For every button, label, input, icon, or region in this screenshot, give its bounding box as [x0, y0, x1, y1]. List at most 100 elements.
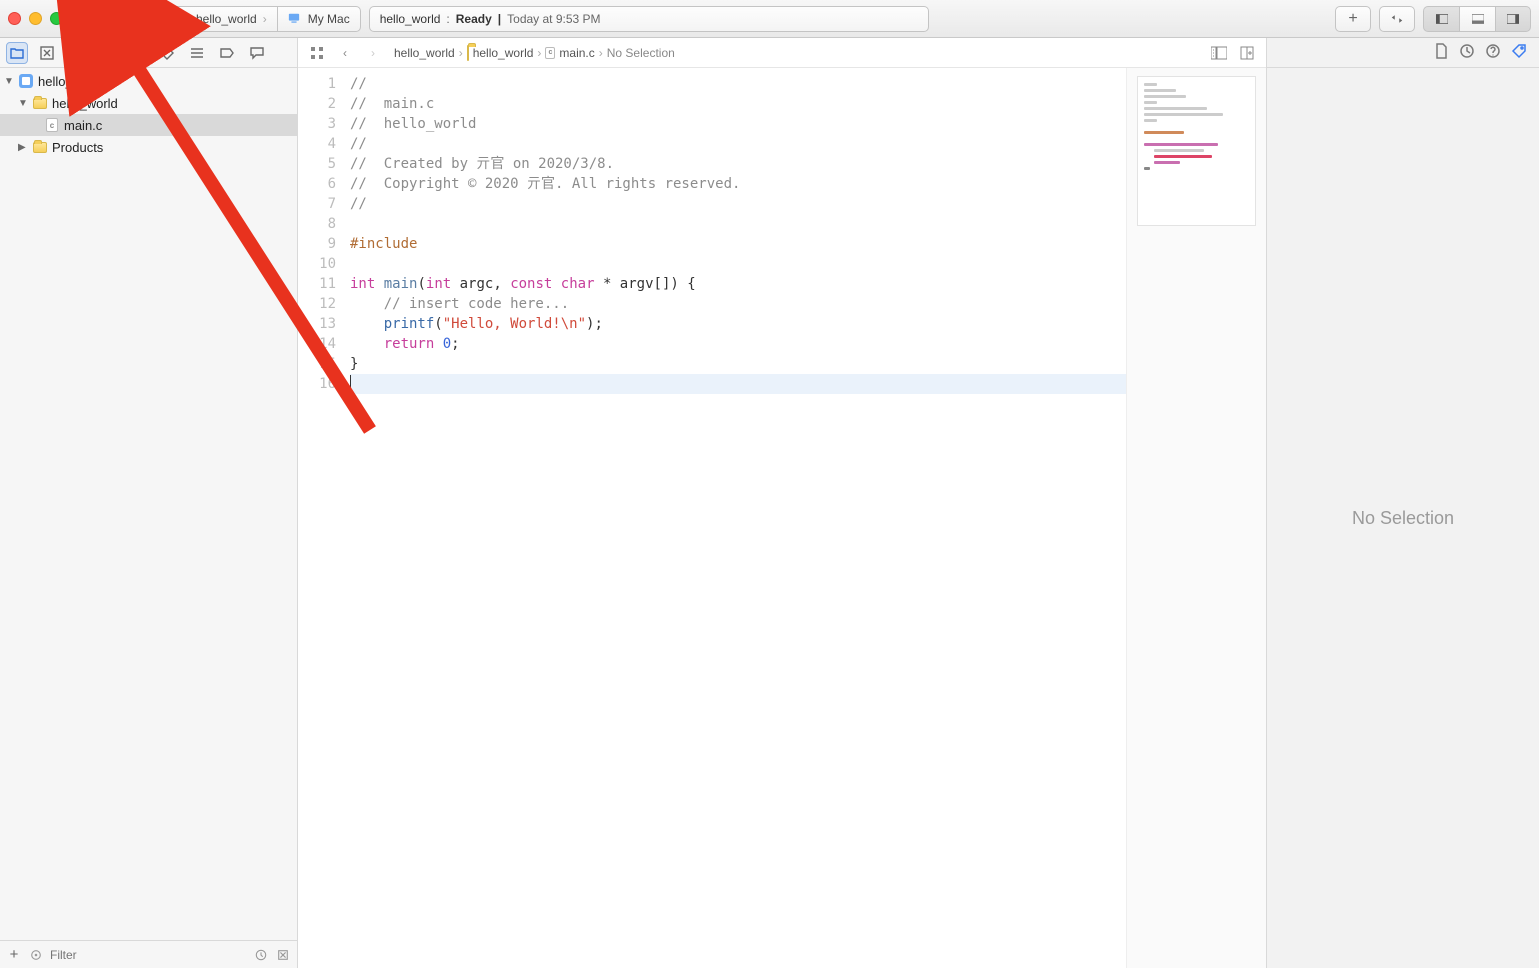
crumb-label: hello_world: [394, 46, 455, 60]
folder-icon: [32, 139, 48, 155]
folder-icon: [467, 46, 469, 60]
chevron-right-icon: ›: [599, 46, 603, 60]
chevron-right-icon: ›: [263, 12, 267, 26]
terminal-icon: [176, 12, 190, 26]
c-file-icon: c: [545, 47, 555, 59]
recent-filter-icon[interactable]: [253, 947, 269, 963]
editor-options-button[interactable]: [1208, 42, 1230, 64]
navigator-tabs: [0, 38, 297, 68]
arrows-icon: [1391, 13, 1403, 25]
tree-project-row[interactable]: ▼ hello_world: [0, 70, 297, 92]
add-editor-button[interactable]: [1236, 42, 1258, 64]
search-icon: [100, 46, 114, 60]
test-navigator-tab[interactable]: [156, 42, 178, 64]
speech-icon: [250, 46, 264, 60]
activity-timestamp: Today at 9:53 PM: [507, 12, 600, 26]
x-square-icon: [40, 46, 54, 60]
folder-icon: [32, 95, 48, 111]
tree-products-row[interactable]: ▶ Products: [0, 136, 297, 158]
code-review-button[interactable]: [1379, 6, 1415, 32]
chevron-right-icon: ›: [537, 46, 541, 60]
tree-group-label: hello_world: [52, 96, 118, 111]
add-tab-button[interactable]: +: [1335, 6, 1371, 32]
symbol-navigator-tab[interactable]: [66, 42, 88, 64]
tree-file-row[interactable]: c main.c: [0, 114, 297, 136]
tree-group-row[interactable]: ▼ hello_world: [0, 92, 297, 114]
activity-separator: |: [498, 12, 501, 26]
workspace: ▼ hello_world ▼ hello_world c main.c ▶ P…: [0, 38, 1539, 968]
navigator: ▼ hello_world ▼ hello_world c main.c ▶ P…: [0, 38, 298, 968]
document-icon: [1433, 43, 1449, 59]
debug-navigator-tab[interactable]: [186, 42, 208, 64]
disclosure-triangle-icon[interactable]: ▼: [4, 76, 14, 87]
find-navigator-tab[interactable]: [96, 42, 118, 64]
folder-icon: [10, 46, 24, 60]
stop-icon: [133, 13, 145, 25]
activity-status: Ready: [456, 12, 492, 26]
activity-scheme: hello_world: [380, 12, 441, 26]
run-button[interactable]: [77, 6, 113, 32]
tag-icon: [1511, 43, 1527, 59]
issue-navigator-tab[interactable]: [126, 42, 148, 64]
toolbar: hello_world › My Mac hello_world: Ready …: [0, 0, 1539, 38]
chevron-right-icon: ›: [459, 46, 463, 60]
disclosure-triangle-icon[interactable]: ▼: [18, 98, 28, 109]
source-editor[interactable]: 12345678910111213141516 //// main.c// he…: [298, 68, 1126, 968]
xcode-project-icon: [18, 73, 34, 89]
filter-input[interactable]: [50, 948, 247, 962]
file-inspector-tab[interactable]: [1433, 43, 1449, 62]
close-window-button[interactable]: [8, 12, 21, 25]
code-content[interactable]: //// main.c// hello_world//// Created by…: [344, 68, 1126, 968]
forward-button[interactable]: ›: [362, 42, 384, 64]
minimize-window-button[interactable]: [29, 12, 42, 25]
destination-name: My Mac: [308, 12, 350, 26]
crumb-label: No Selection: [607, 46, 675, 60]
report-navigator-tab[interactable]: [246, 42, 268, 64]
toggle-navigator-button[interactable]: [1423, 6, 1459, 32]
toolbar-right: +: [1335, 6, 1531, 32]
inspector: No Selection: [1267, 38, 1539, 968]
toggle-inspector-button[interactable]: [1495, 6, 1531, 32]
crumb-label: hello_world: [473, 46, 534, 60]
toggle-debug-area-button[interactable]: [1459, 6, 1495, 32]
disclosure-triangle-icon[interactable]: ▶: [18, 142, 28, 153]
breadcrumb[interactable]: hello_world › hello_world › cmain.c › No…: [390, 46, 1202, 60]
inspector-tabs: [1267, 38, 1539, 68]
scope-icon[interactable]: [28, 947, 44, 963]
panel-right-icon: [1507, 13, 1519, 25]
navigator-filter-bar: +: [0, 940, 297, 968]
project-tree[interactable]: ▼ hello_world ▼ hello_world c main.c ▶ P…: [0, 68, 297, 940]
tree-products-label: Products: [52, 140, 103, 155]
window-controls: [8, 12, 63, 25]
add-button[interactable]: +: [6, 947, 22, 963]
breakpoint-icon: [220, 46, 234, 60]
hierarchy-icon: [70, 46, 84, 60]
project-navigator-tab[interactable]: [6, 42, 28, 64]
minimap-viewport: [1137, 76, 1256, 226]
tree-project-label: hello_world: [38, 74, 104, 89]
editor-area: ‹ › hello_world › hello_world › cmain.c …: [298, 38, 1267, 968]
attributes-inspector-tab[interactable]: [1511, 43, 1527, 62]
tree-file-label: main.c: [64, 118, 102, 133]
gauge-icon: [190, 46, 204, 60]
scheme-selector[interactable]: hello_world › My Mac: [165, 6, 361, 32]
breakpoint-navigator-tab[interactable]: [216, 42, 238, 64]
history-inspector-tab[interactable]: [1459, 43, 1475, 62]
play-icon: [89, 13, 101, 25]
minimap[interactable]: [1126, 68, 1266, 968]
quick-help-tab[interactable]: [1485, 43, 1501, 62]
editor-body: 12345678910111213141516 //// main.c// he…: [298, 68, 1266, 968]
c-file-icon: c: [44, 117, 60, 133]
source-control-navigator-tab[interactable]: [36, 42, 58, 64]
mac-icon: [288, 12, 302, 26]
activity-viewer[interactable]: hello_world: Ready | Today at 9:53 PM: [369, 6, 929, 32]
zoom-window-button[interactable]: [50, 12, 63, 25]
related-items-button[interactable]: [306, 42, 328, 64]
back-button[interactable]: ‹: [334, 42, 356, 64]
line-gutter: 12345678910111213141516: [298, 68, 344, 968]
stop-button[interactable]: [121, 6, 157, 32]
clock-icon: [1459, 43, 1475, 59]
scm-filter-icon[interactable]: [275, 947, 291, 963]
jump-bar: ‹ › hello_world › hello_world › cmain.c …: [298, 38, 1266, 68]
panel-bottom-icon: [1472, 13, 1484, 25]
